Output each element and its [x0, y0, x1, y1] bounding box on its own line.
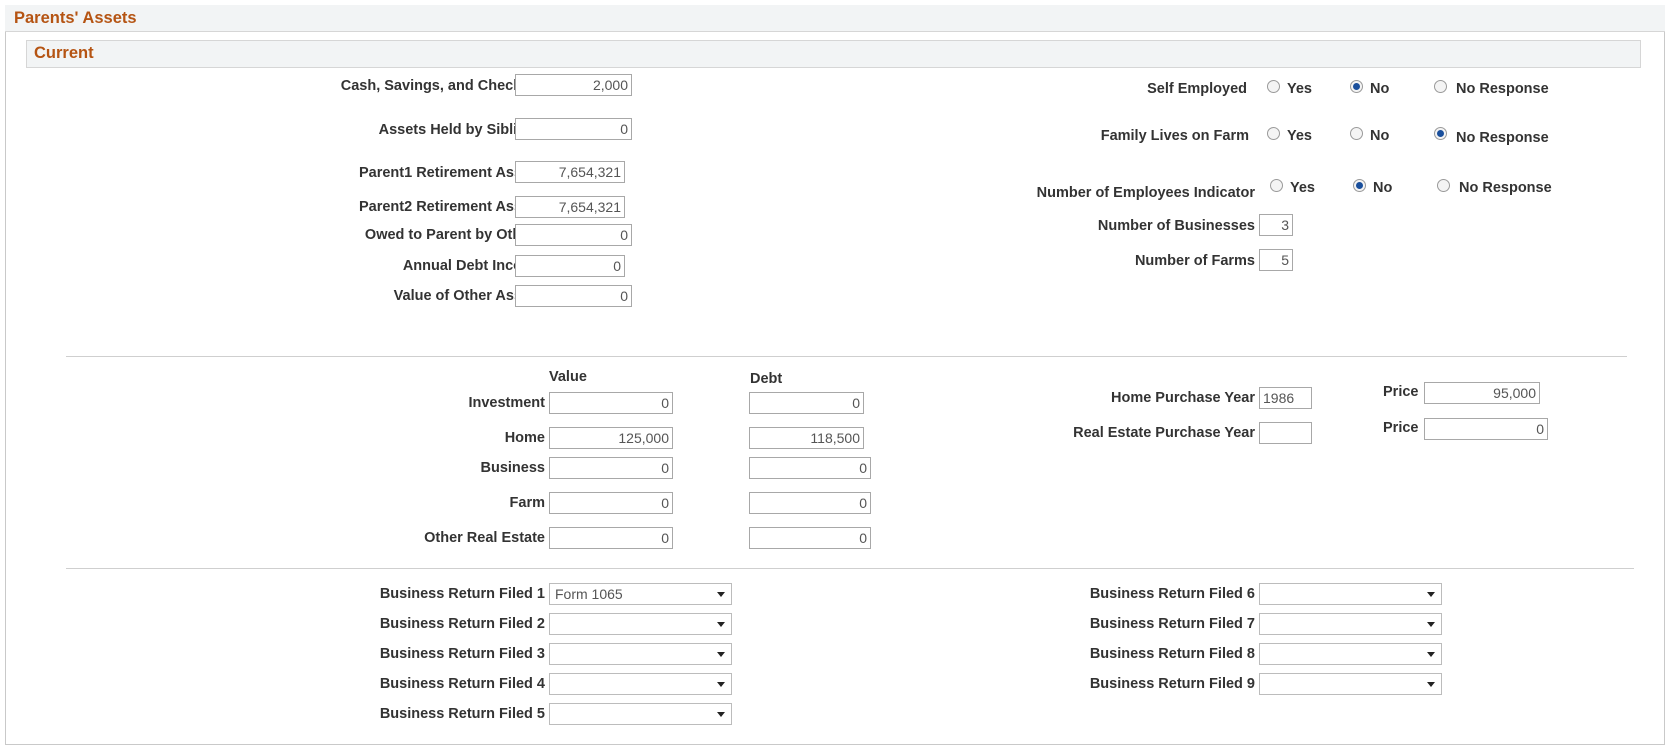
family-farm-label: Family Lives on Farm — [1100, 128, 1249, 144]
home-purchase-year-label: Home Purchase Year — [1110, 390, 1255, 406]
family-farm-noresponse-label: No Response — [1456, 130, 1549, 146]
employees-indicator-yes-label: Yes — [1290, 180, 1315, 196]
owed-by-others-input[interactable]: 0 — [515, 224, 632, 246]
business-return-1-value: Form 1065 — [555, 586, 623, 602]
other-assets-input[interactable]: 0 — [515, 285, 632, 307]
business-return-8-select[interactable] — [1259, 643, 1442, 665]
cash-savings-label: Cash, Savings, and Checking — [340, 78, 543, 94]
investment-debt-input[interactable]: 0 — [749, 392, 864, 414]
subsection-header — [26, 40, 1641, 68]
value-header: Value — [549, 369, 587, 385]
real-estate-price-label: Price — [1383, 420, 1419, 436]
business-return-6-select[interactable] — [1259, 583, 1442, 605]
chevron-down-icon — [1427, 652, 1435, 657]
employees-indicator-no-label: No — [1373, 180, 1393, 196]
parent2-retirement-input[interactable]: 7,654,321 — [515, 196, 625, 218]
home-price-input[interactable]: 95,000 — [1424, 382, 1540, 404]
investment-value-input[interactable]: 0 — [549, 392, 673, 414]
home-label: Home — [504, 430, 545, 446]
self-employed-noresponse-label: No Response — [1456, 81, 1549, 97]
home-value-input[interactable]: 125,000 — [549, 427, 673, 449]
num-farms-label: Number of Farms — [1134, 253, 1255, 269]
business-return-6-label: Business Return Filed 6 — [1089, 586, 1255, 602]
business-return-5-select[interactable] — [549, 703, 732, 725]
employees-indicator-yes-radio[interactable] — [1270, 179, 1283, 192]
business-return-1-label: Business Return Filed 1 — [379, 586, 545, 602]
employees-indicator-noresponse-radio[interactable] — [1437, 179, 1450, 192]
employees-indicator-no-radio[interactable] — [1353, 179, 1366, 192]
employees-indicator-noresponse-label: No Response — [1459, 180, 1552, 196]
business-return-3-label: Business Return Filed 3 — [379, 646, 545, 662]
chevron-down-icon — [1427, 682, 1435, 687]
business-value-input[interactable]: 0 — [549, 457, 673, 479]
chevron-down-icon — [717, 712, 725, 717]
parent1-retirement-input[interactable]: 7,654,321 — [515, 161, 625, 183]
chevron-down-icon — [717, 682, 725, 687]
farm-value-input[interactable]: 0 — [549, 492, 673, 514]
farm-label: Farm — [509, 495, 545, 511]
business-return-9-label: Business Return Filed 9 — [1089, 676, 1255, 692]
self-employed-noresponse-radio[interactable] — [1434, 80, 1447, 93]
business-return-1-select[interactable]: Form 1065 — [549, 583, 732, 605]
business-label: Business — [480, 460, 545, 476]
real-estate-purchase-year-label: Real Estate Purchase Year — [1073, 425, 1255, 441]
cash-savings-input[interactable]: 2,000 — [515, 74, 632, 96]
family-farm-no-radio[interactable] — [1350, 127, 1363, 140]
business-return-7-select[interactable] — [1259, 613, 1442, 635]
divider-bottom — [66, 568, 1634, 569]
self-employed-yes-radio[interactable] — [1267, 80, 1280, 93]
section-title: Parents' Assets — [14, 9, 137, 27]
num-businesses-label: Number of Businesses — [1097, 218, 1255, 234]
real-estate-price-input[interactable]: 0 — [1424, 418, 1548, 440]
divider-top — [66, 356, 1627, 357]
section-header — [5, 5, 1665, 32]
num-businesses-input[interactable]: 3 — [1259, 214, 1293, 236]
chevron-down-icon — [1427, 592, 1435, 597]
family-farm-yes-radio[interactable] — [1267, 127, 1280, 140]
subsection-title: Current — [34, 44, 94, 62]
business-return-4-select[interactable] — [549, 673, 732, 695]
num-farms-input[interactable]: 5 — [1259, 249, 1293, 271]
home-purchase-year-input[interactable]: 1986 — [1259, 387, 1312, 409]
chevron-down-icon — [1427, 622, 1435, 627]
employees-indicator-label: Number of Employees Indicator — [1036, 185, 1255, 201]
annual-debt-income-input[interactable]: 0 — [515, 255, 625, 277]
home-price-label: Price — [1383, 384, 1419, 400]
chevron-down-icon — [717, 622, 725, 627]
home-debt-input[interactable]: 118,500 — [749, 427, 864, 449]
business-return-4-label: Business Return Filed 4 — [379, 676, 545, 692]
self-employed-label: Self Employed — [1147, 81, 1247, 97]
self-employed-no-label: No — [1370, 81, 1390, 97]
business-return-3-select[interactable] — [549, 643, 732, 665]
chevron-down-icon — [717, 652, 725, 657]
business-return-5-label: Business Return Filed 5 — [379, 706, 545, 722]
self-employed-yes-label: Yes — [1287, 81, 1312, 97]
debt-header: Debt — [750, 371, 783, 387]
investment-label: Investment — [468, 395, 545, 411]
chevron-down-icon — [717, 592, 725, 597]
business-return-8-label: Business Return Filed 8 — [1089, 646, 1255, 662]
family-farm-noresponse-radio[interactable] — [1434, 127, 1447, 140]
business-return-2-label: Business Return Filed 2 — [379, 616, 545, 632]
family-farm-yes-label: Yes — [1287, 128, 1312, 144]
real-estate-purchase-year-input[interactable] — [1259, 422, 1312, 444]
business-return-7-label: Business Return Filed 7 — [1089, 616, 1255, 632]
other-real-estate-label: Other Real Estate — [424, 530, 545, 546]
business-debt-input[interactable]: 0 — [749, 457, 871, 479]
farm-debt-input[interactable]: 0 — [749, 492, 871, 514]
self-employed-no-radio[interactable] — [1350, 80, 1363, 93]
business-return-2-select[interactable] — [549, 613, 732, 635]
other-real-estate-debt-input[interactable]: 0 — [749, 527, 871, 549]
other-real-estate-value-input[interactable]: 0 — [549, 527, 673, 549]
family-farm-no-label: No — [1370, 128, 1390, 144]
business-return-9-select[interactable] — [1259, 673, 1442, 695]
assets-siblings-input[interactable]: 0 — [515, 118, 632, 140]
